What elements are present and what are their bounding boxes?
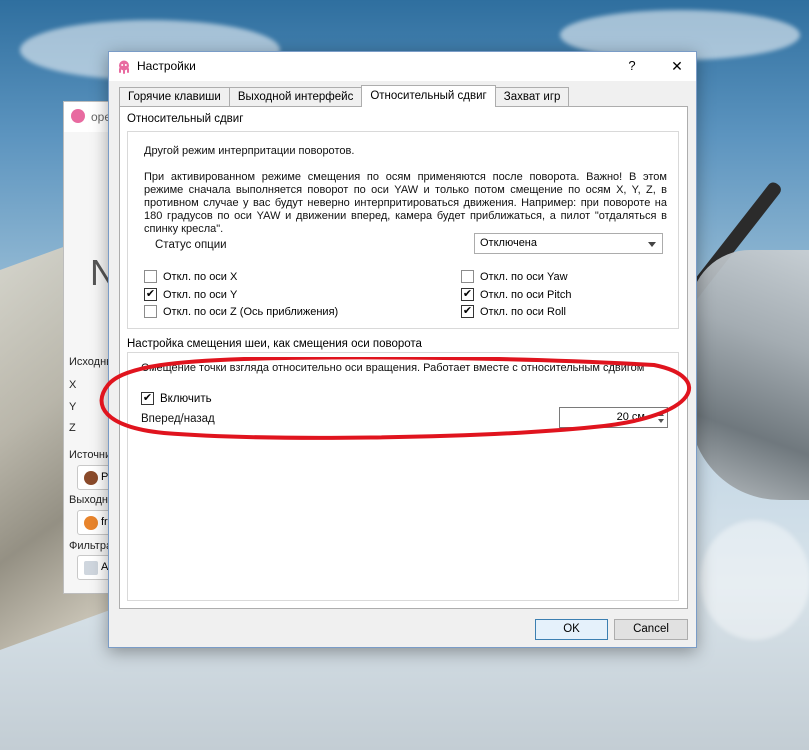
input-source-icon: [84, 471, 98, 485]
background-window-titlebar: ope: [64, 102, 110, 132]
relative-shift-description-1: Другой режим интерпритации поворотов.: [144, 145, 355, 157]
check-icon: ✔: [144, 288, 157, 301]
close-button[interactable]: ✕: [665, 56, 689, 76]
disable-roll-label: Откл. по оси Roll: [480, 305, 566, 318]
option-status-dropdown[interactable]: Отключена: [474, 233, 663, 254]
axis-x-label: X: [69, 379, 77, 391]
checkbox-box: [461, 270, 474, 283]
disable-axis-y-label: Откл. по оси Y: [163, 288, 238, 301]
dialog-title: Настройки: [137, 59, 196, 73]
forward-back-spinbox[interactable]: 20 см: [559, 407, 668, 428]
disable-axis-y-checkbox[interactable]: ✔ Откл. по оси Y: [144, 287, 237, 302]
dialog-titlebar[interactable]: Настройки ? ✕: [109, 52, 696, 81]
tab-hotkeys[interactable]: Горячие клавиши: [119, 87, 230, 107]
source-section-label: Исходны: [69, 356, 111, 368]
disable-yaw-label: Откл. по оси Yaw: [480, 270, 568, 283]
output-selector[interactable]: fr: [77, 510, 110, 535]
check-icon: ✔: [141, 392, 154, 405]
tab-output-interface[interactable]: Выходной интерфейс: [228, 87, 363, 107]
input-label: Источни: [69, 449, 111, 461]
filter-selector[interactable]: А: [77, 555, 110, 580]
tab-game-capture[interactable]: Захват игр: [494, 87, 570, 107]
output-target-icon: [84, 516, 98, 530]
app-logo-icon: [71, 109, 85, 123]
disable-axis-z-checkbox[interactable]: Откл. по оси Z (Ось приближения): [144, 304, 338, 319]
relative-shift-description-2: При активированном режиме смещения по ос…: [144, 171, 667, 235]
background-cloud: [700, 520, 809, 640]
spin-up-icon[interactable]: [658, 412, 664, 416]
output-label: Выходн: [69, 494, 108, 506]
checkbox-box: [144, 270, 157, 283]
disable-yaw-checkbox[interactable]: Откл. по оси Yaw: [461, 269, 568, 284]
disable-axis-x-checkbox[interactable]: Откл. по оси X: [144, 269, 237, 284]
settings-dialog: Настройки ? ✕ Горячие клавиши Выходной и…: [108, 51, 697, 648]
tab-pane-relative-shift: Относительный сдвиг Другой режим интерпр…: [119, 106, 688, 609]
input-selector[interactable]: Р: [77, 465, 110, 490]
axis-y-label: Y: [69, 401, 77, 413]
spin-down-icon[interactable]: [658, 419, 664, 423]
checkbox-box: [144, 305, 157, 318]
neck-offset-description: Смещение точки взгляда относительно оси …: [141, 362, 645, 374]
chevron-down-icon: [648, 242, 656, 247]
tab-bar: Горячие клавиши Выходной интерфейс Относ…: [119, 85, 570, 107]
tab-relative-shift[interactable]: Относительный сдвиг: [361, 85, 496, 107]
neck-offset-group-title: Настройка смещения шеи, как смещения оси…: [127, 338, 422, 350]
output-selector-value: fr: [101, 516, 108, 528]
enable-neck-offset-checkbox[interactable]: ✔ Включить: [141, 391, 212, 406]
filter-label: Фильтра: [69, 540, 111, 552]
disable-pitch-checkbox[interactable]: ✔ Откл. по оси Pitch: [461, 287, 571, 302]
enable-neck-offset-label: Включить: [160, 392, 212, 405]
disable-pitch-label: Откл. по оси Pitch: [480, 288, 572, 301]
ok-button[interactable]: OK: [535, 619, 608, 640]
check-icon: ✔: [461, 288, 474, 301]
forward-back-value: 20 см: [616, 411, 645, 423]
background-aircraft-right: [690, 250, 809, 500]
forward-back-label: Вперед/назад: [141, 413, 215, 425]
option-status-value: Отключена: [480, 237, 537, 249]
neck-offset-group: Смещение точки взгляда относительно оси …: [127, 352, 679, 601]
filter-funnel-icon: [84, 561, 98, 575]
cancel-button[interactable]: Cancel: [614, 619, 688, 640]
help-button[interactable]: ?: [622, 56, 642, 76]
disable-roll-checkbox[interactable]: ✔ Откл. по оси Roll: [461, 304, 566, 319]
relative-shift-group-title: Относительный сдвиг: [127, 113, 244, 125]
option-status-label: Статус опции: [155, 239, 227, 251]
relative-shift-group: Другой режим интерпритации поворотов. Пр…: [127, 131, 679, 329]
background-app-window: ope N Исходны X Y Z Источни Р Выходн fr …: [63, 101, 111, 594]
axis-z-label: Z: [69, 422, 76, 434]
disable-axis-z-label: Откл. по оси Z (Ось приближения): [163, 305, 339, 318]
disable-axis-x-label: Откл. по оси X: [163, 270, 238, 283]
app-logo-icon: [119, 60, 129, 74]
check-icon: ✔: [461, 305, 474, 318]
